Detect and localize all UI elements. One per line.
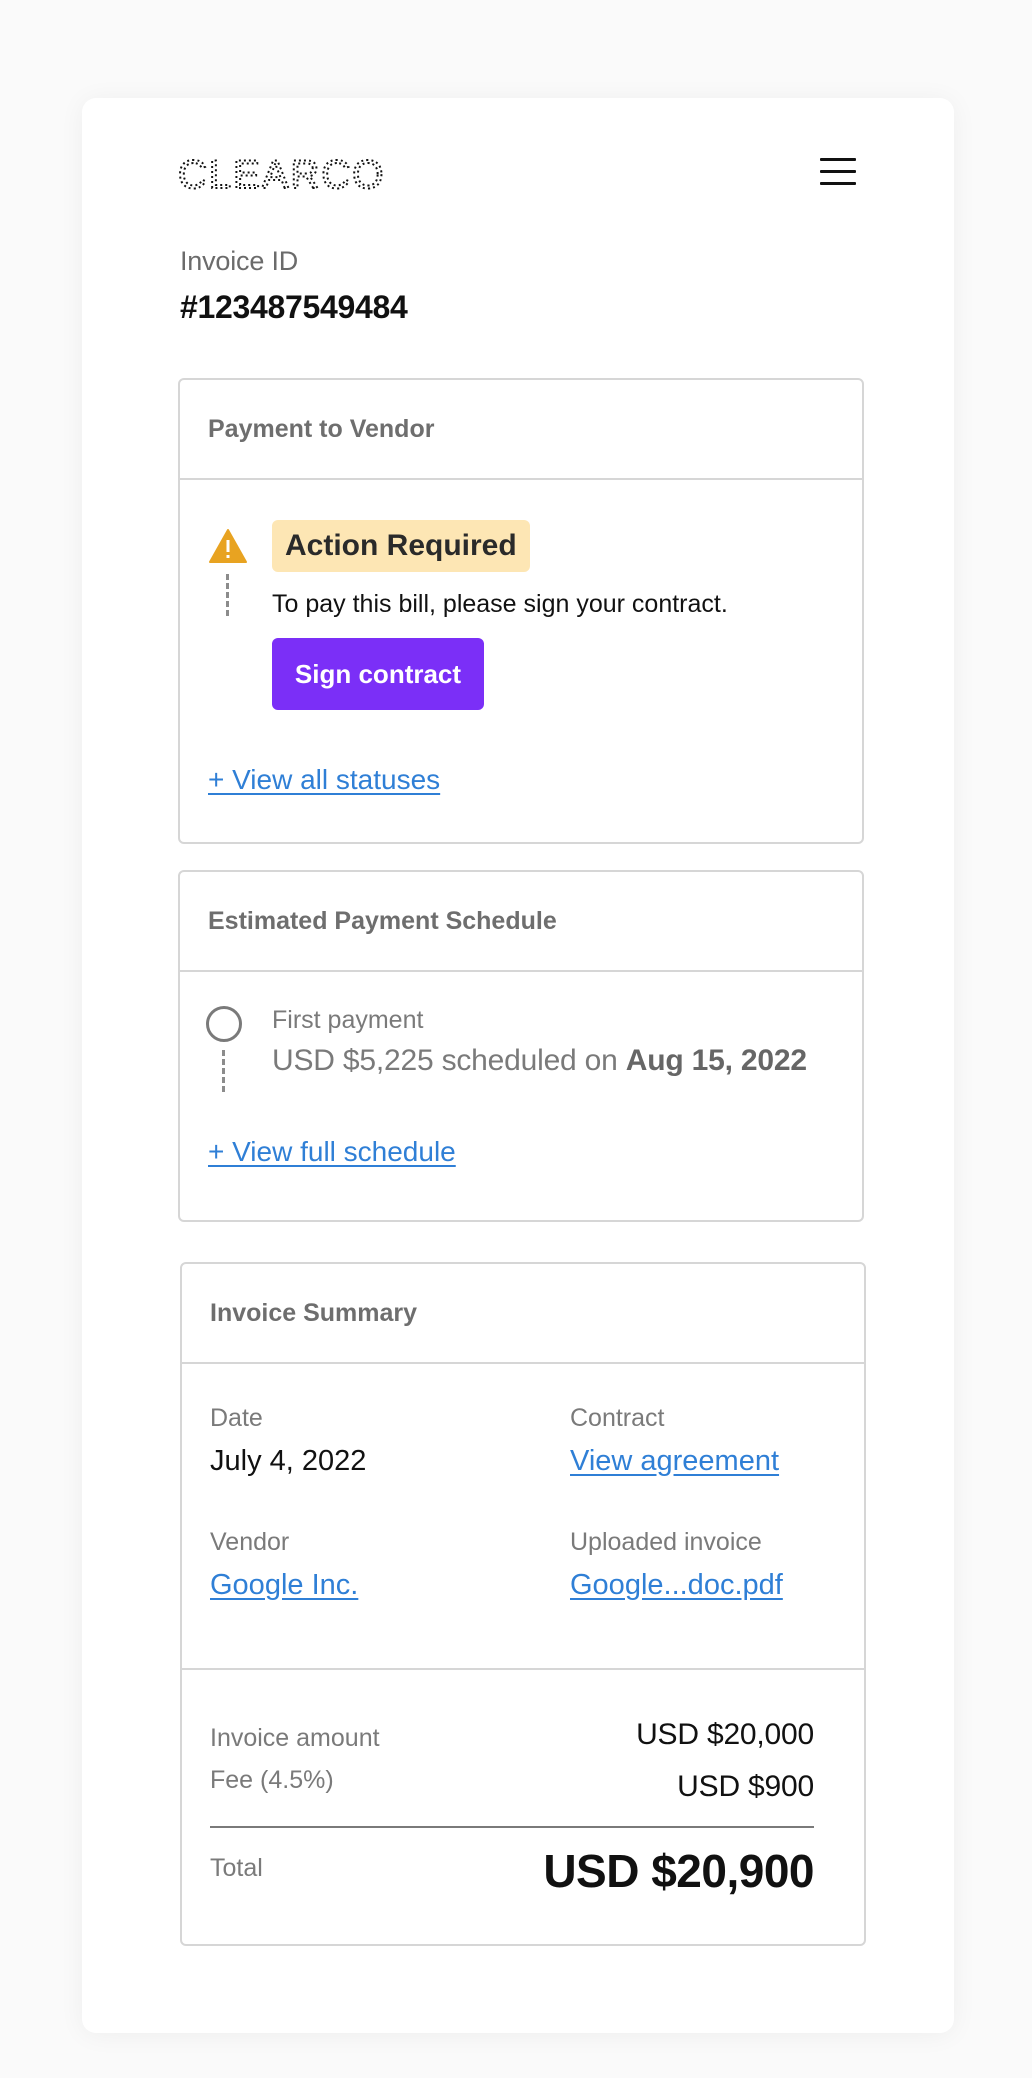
invoice-summary-card: Invoice Summary Date July 4, 2022 Contra… (180, 1262, 866, 1946)
invoice-amount-value: USD $20,000 (636, 1718, 814, 1751)
payment-to-vendor-card: Payment to Vendor Action Required To pay… (178, 378, 864, 844)
contract-field: Contract View agreement (570, 1404, 779, 1478)
date-label: Date (210, 1404, 263, 1432)
first-payment-amount: USD $5,225 scheduled on (272, 1044, 618, 1077)
view-all-statuses-link[interactable]: + View all statuses (208, 764, 440, 796)
schedule-timeline-line (222, 1050, 225, 1092)
view-full-schedule-link[interactable]: + View full schedule (208, 1136, 456, 1168)
uploaded-invoice-label: Uploaded invoice (570, 1528, 762, 1556)
summary-details: Date July 4, 2022 Contract View agreemen… (182, 1364, 864, 1670)
payment-card-title: Payment to Vendor (180, 380, 862, 480)
vendor-field: Vendor Google Inc. (210, 1528, 358, 1602)
app-screen: CLEARCO Invoice ID #123487549484 Payment… (82, 98, 954, 2033)
uploaded-invoice-field: Uploaded invoice Google...doc.pdf (570, 1528, 783, 1602)
fee-value: USD $900 (677, 1770, 814, 1803)
date-value: July 4, 2022 (210, 1445, 367, 1477)
uploaded-invoice-link[interactable]: Google...doc.pdf (570, 1569, 783, 1602)
summary-card-title: Invoice Summary (182, 1264, 864, 1364)
pending-circle-icon (206, 1006, 242, 1042)
total-label: Total (210, 1854, 263, 1882)
action-required-badge: Action Required (272, 520, 530, 572)
invoice-id-block: Invoice ID #123487549484 (180, 246, 408, 326)
invoice-amount-label: Invoice amount (210, 1724, 380, 1752)
svg-text:CLEARCO: CLEARCO (178, 154, 385, 196)
top-bar: CLEARCO (178, 146, 858, 206)
contract-label: Contract (570, 1404, 665, 1432)
fee-label: Fee (4.5%) (210, 1766, 334, 1794)
total-value: USD $20,900 (543, 1845, 814, 1897)
date-field: Date July 4, 2022 (210, 1404, 366, 1478)
hamburger-menu-icon[interactable] (818, 152, 858, 192)
first-payment-value: USD $5,225 scheduled on Aug 15, 2022 (272, 1044, 807, 1078)
vendor-link[interactable]: Google Inc. (210, 1569, 358, 1602)
payment-description: To pay this bill, please sign your contr… (272, 590, 728, 618)
first-payment-label: First payment (272, 1006, 424, 1034)
sign-contract-button[interactable]: Sign contract (272, 638, 484, 710)
status-timeline-line (226, 574, 229, 616)
warning-icon (209, 529, 247, 563)
view-agreement-link[interactable]: View agreement (570, 1445, 779, 1478)
vendor-label: Vendor (210, 1528, 290, 1556)
invoice-id-value: #123487549484 (180, 289, 408, 325)
schedule-card-title: Estimated Payment Schedule (180, 872, 862, 972)
payment-schedule-card: Estimated Payment Schedule First payment… (178, 870, 864, 1222)
invoice-id-label: Invoice ID (180, 246, 299, 276)
totals-divider (210, 1826, 814, 1828)
first-payment-date: Aug 15, 2022 (625, 1044, 807, 1077)
clearco-logo: CLEARCO (178, 154, 385, 196)
